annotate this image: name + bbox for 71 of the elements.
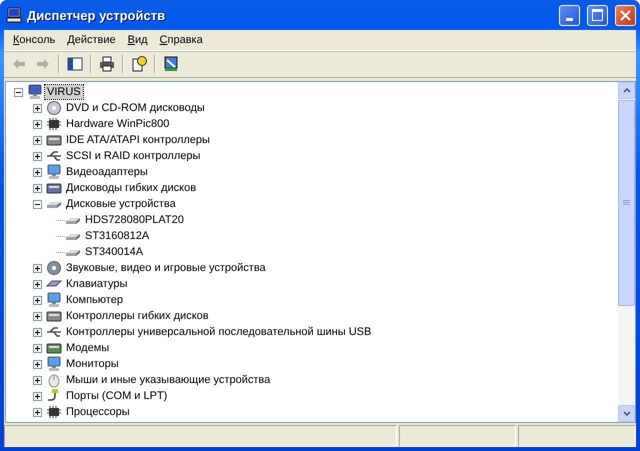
expand-toggle[interactable] bbox=[33, 328, 42, 336]
mouse-icon bbox=[46, 372, 62, 388]
pane-toggle-icon bbox=[67, 56, 83, 72]
expand-toggle[interactable] bbox=[33, 280, 42, 288]
printer-icon bbox=[99, 56, 115, 72]
close-icon bbox=[620, 10, 631, 20]
scroll-up-button[interactable] bbox=[618, 82, 635, 99]
tree-item[interactable]: Видеоадаптеры bbox=[64, 165, 150, 179]
expand-toggle[interactable] bbox=[33, 312, 42, 320]
computer-icon bbox=[6, 7, 22, 23]
chevron-up-icon bbox=[622, 88, 630, 93]
expand-toggle[interactable] bbox=[33, 376, 42, 384]
menu-item[interactable]: Справка bbox=[154, 34, 209, 46]
expand-toggle[interactable] bbox=[33, 152, 42, 160]
grip-icon bbox=[623, 200, 630, 206]
monitor-icon bbox=[46, 292, 62, 308]
minimize-button[interactable] bbox=[559, 4, 580, 26]
menu-item[interactable]: Вид bbox=[122, 34, 154, 46]
expand-toggle[interactable] bbox=[33, 136, 42, 144]
expand-toggle[interactable] bbox=[33, 360, 42, 368]
forward-arrow-icon bbox=[35, 56, 51, 72]
expand-toggle[interactable] bbox=[33, 120, 42, 128]
tree-item[interactable]: Компьютер bbox=[64, 293, 125, 307]
collapse-toggle[interactable] bbox=[33, 200, 42, 208]
expand-toggle[interactable] bbox=[33, 104, 42, 112]
tree-item[interactable]: Модемы bbox=[64, 341, 112, 355]
usb-icon bbox=[46, 324, 62, 340]
scroll-thumb[interactable] bbox=[618, 100, 635, 306]
menu-item[interactable]: Действие bbox=[61, 34, 122, 46]
scrollbar-track[interactable] bbox=[618, 82, 635, 422]
maximize-button[interactable] bbox=[587, 4, 608, 26]
tree-item[interactable]: Дисководы гибких дисков bbox=[64, 181, 198, 195]
close-button[interactable] bbox=[615, 4, 636, 26]
tree-item[interactable]: Контроллеры универсальной последовательной шины USB bbox=[64, 325, 374, 339]
chevron-down-icon bbox=[622, 411, 630, 416]
tree-item[interactable]: Мониторы bbox=[64, 357, 121, 371]
menu-item[interactable]: Консоль bbox=[7, 34, 62, 46]
monitor-icon bbox=[46, 356, 62, 372]
connector-icon bbox=[46, 148, 62, 164]
tree-item[interactable]: Мыши и иные указывающие устройства bbox=[64, 373, 272, 387]
scan-hardware-icon bbox=[163, 56, 179, 72]
chip-icon bbox=[46, 404, 62, 420]
tree-item[interactable]: HDS728080PLAT20 bbox=[83, 213, 186, 227]
expand-toggle[interactable] bbox=[33, 184, 42, 192]
expand-toggle[interactable] bbox=[33, 392, 42, 400]
tree-item[interactable]: SCSI и RAID контроллеры bbox=[64, 149, 202, 163]
help-icon bbox=[131, 56, 147, 72]
window-title: Диспетчер устройств bbox=[27, 8, 166, 22]
computer-icon bbox=[27, 84, 43, 100]
tree-item[interactable]: Клавиатуры bbox=[64, 277, 130, 291]
expand-toggle[interactable] bbox=[33, 168, 42, 176]
tree-item[interactable]: ST340014A bbox=[83, 245, 146, 259]
tree-item[interactable]: Звуковые, видео и игровые устройства bbox=[64, 261, 268, 275]
chip-icon bbox=[46, 116, 62, 132]
expand-toggle[interactable] bbox=[33, 408, 42, 416]
tree-item[interactable]: VIRUS bbox=[45, 85, 83, 99]
tree-item[interactable]: Hardware WinPic800 bbox=[64, 117, 172, 131]
tree-item[interactable]: Порты (COM и LPT) bbox=[64, 389, 170, 403]
collapse-toggle[interactable] bbox=[14, 88, 23, 96]
expand-toggle[interactable] bbox=[33, 296, 42, 304]
monitor-icon bbox=[46, 164, 62, 180]
scroll-down-button[interactable] bbox=[618, 405, 635, 422]
expand-toggle[interactable] bbox=[33, 264, 42, 272]
tree-item[interactable]: IDE ATA/ATAPI контроллеры bbox=[64, 133, 212, 147]
tree-item[interactable]: Контроллеры гибких дисков bbox=[64, 309, 211, 323]
tree-item[interactable]: Процессоры bbox=[64, 405, 132, 419]
tree-item[interactable]: ST3160812A bbox=[83, 229, 152, 243]
tree-item[interactable]: DVD и CD-ROM дисководы bbox=[64, 101, 207, 115]
tree-item[interactable]: Дисковые устройства bbox=[64, 197, 178, 211]
disc-icon bbox=[46, 100, 62, 116]
expand-toggle[interactable] bbox=[33, 344, 42, 352]
